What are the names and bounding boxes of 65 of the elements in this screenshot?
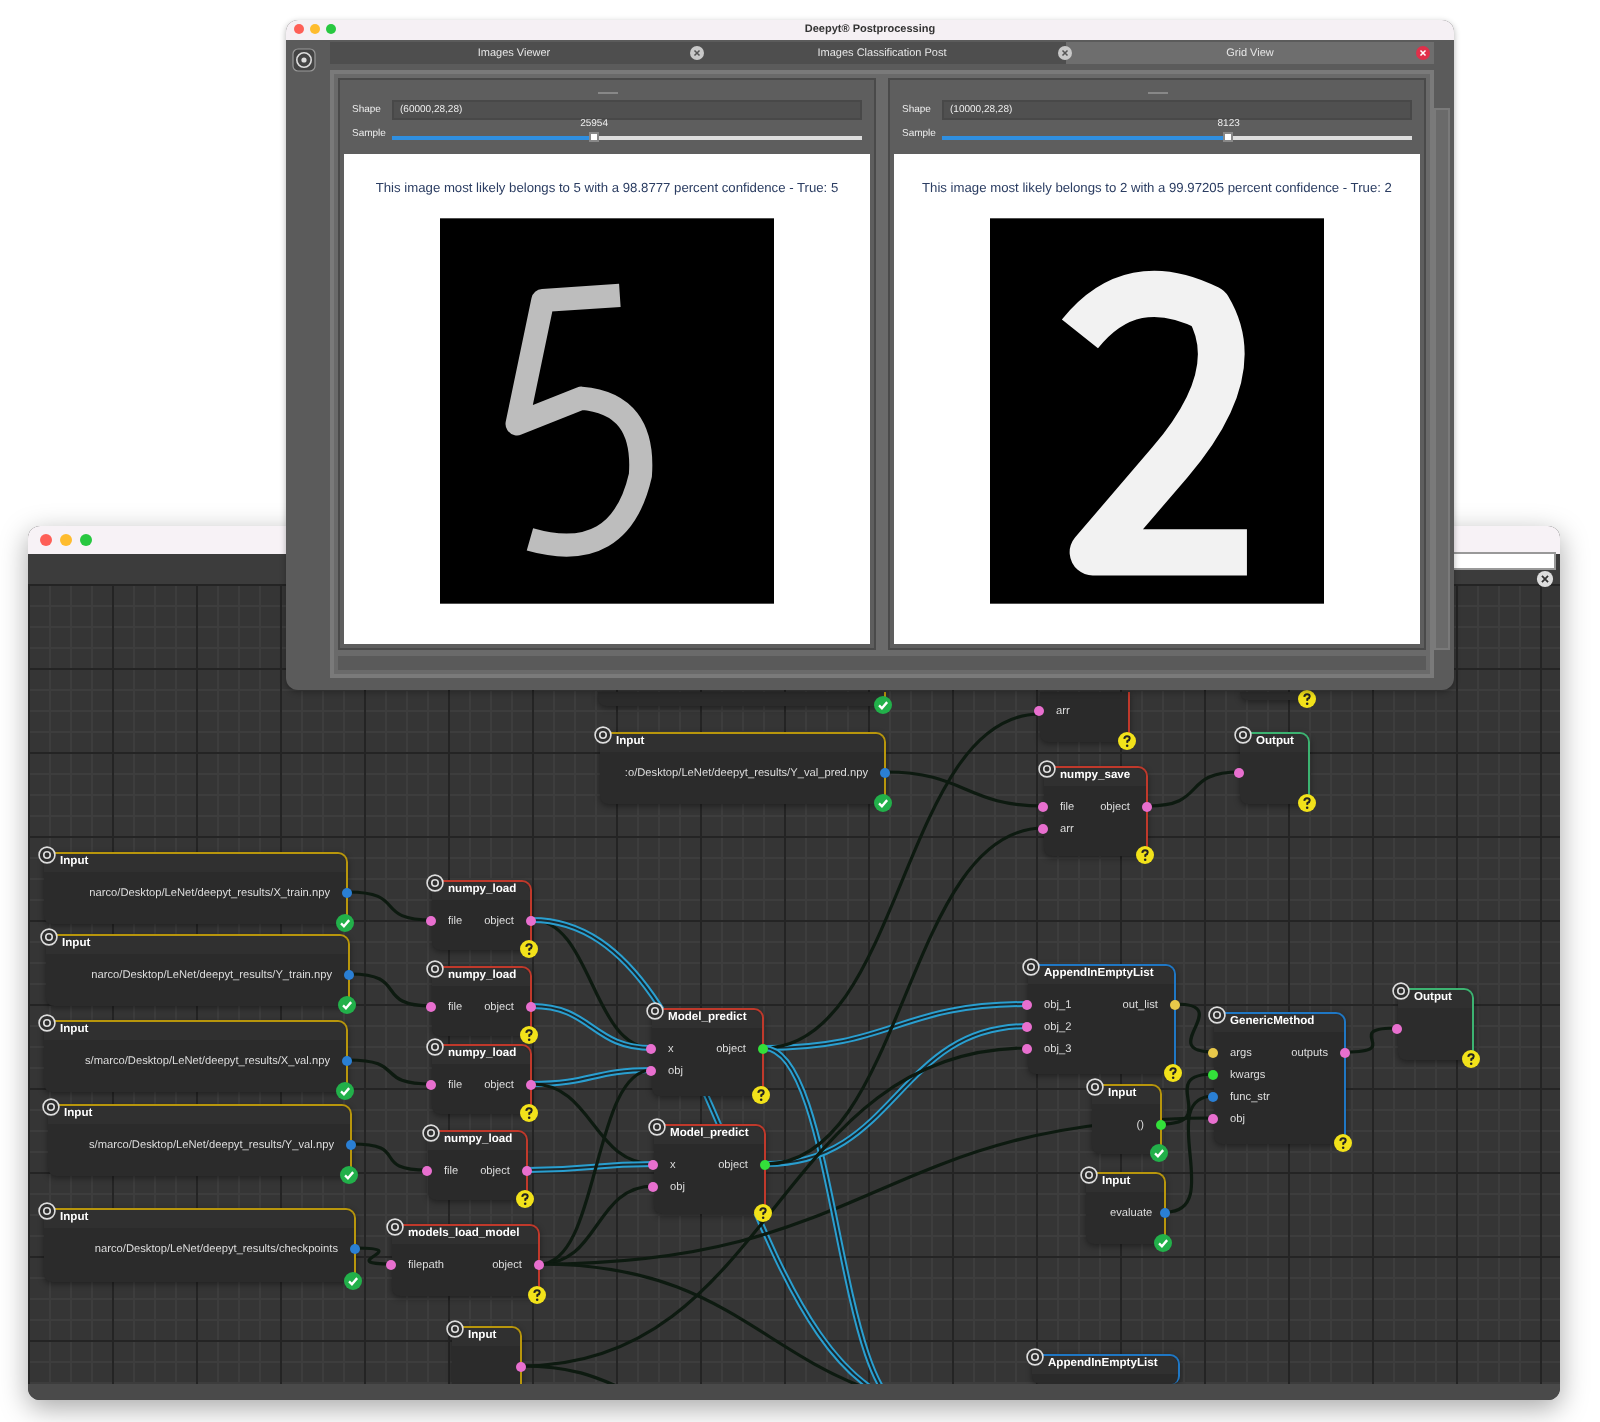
settings-icon[interactable]	[648, 1118, 666, 1136]
settings-icon[interactable]	[646, 1002, 664, 1020]
slider-thumb[interactable]	[1223, 132, 1234, 142]
settings-icon[interactable]	[426, 874, 444, 892]
settings-icon[interactable]	[1080, 1166, 1098, 1184]
input-port[interactable]	[1038, 802, 1048, 812]
settings-icon[interactable]	[1392, 982, 1410, 1000]
settings-icon[interactable]	[38, 1014, 56, 1032]
input-port[interactable]	[648, 1160, 658, 1170]
scroll-bar[interactable]	[1434, 108, 1450, 650]
close-window-button[interactable]	[40, 534, 52, 546]
input-port[interactable]	[1208, 1092, 1218, 1102]
settings-icon[interactable]	[426, 1038, 444, 1056]
input-port[interactable]	[422, 1166, 432, 1176]
app-logo-icon[interactable]	[292, 48, 316, 72]
settings-icon[interactable]	[40, 928, 58, 946]
output-port[interactable]	[526, 1080, 536, 1090]
settings-icon[interactable]	[38, 1202, 56, 1220]
settings-icon[interactable]	[426, 960, 444, 978]
input-port[interactable]	[386, 1260, 396, 1270]
input-port[interactable]	[1022, 1000, 1032, 1010]
settings-icon[interactable]	[1086, 1078, 1104, 1096]
input-port[interactable]	[426, 916, 436, 926]
slider-thumb[interactable]	[589, 132, 600, 142]
output-port[interactable]	[760, 1160, 770, 1170]
input-port[interactable]	[426, 1002, 436, 1012]
output-port[interactable]	[1142, 802, 1152, 812]
input-port[interactable]	[1038, 824, 1048, 834]
output-port[interactable]	[758, 1044, 768, 1054]
input-port[interactable]	[1208, 1070, 1218, 1080]
output-port[interactable]	[522, 1166, 532, 1176]
settings-icon[interactable]	[1022, 958, 1040, 976]
output-port[interactable]	[534, 1260, 544, 1270]
input-port[interactable]	[1208, 1048, 1218, 1058]
settings-icon[interactable]	[1208, 1006, 1226, 1024]
settings-icon[interactable]	[386, 1218, 404, 1236]
input-port[interactable]	[1208, 1114, 1218, 1124]
input-port[interactable]	[646, 1066, 656, 1076]
search-field[interactable]	[1448, 552, 1556, 570]
settings-icon[interactable]	[38, 846, 56, 864]
drag-handle[interactable]	[1147, 92, 1167, 94]
input-port[interactable]	[646, 1044, 656, 1054]
output-port[interactable]	[1340, 1048, 1350, 1058]
output-port[interactable]	[1170, 1000, 1180, 1010]
output-port[interactable]	[516, 1362, 526, 1372]
settings-icon[interactable]	[1038, 760, 1056, 778]
drag-handle[interactable]	[597, 92, 617, 94]
output-port[interactable]	[1156, 1120, 1166, 1130]
settings-icon[interactable]	[1026, 1348, 1044, 1366]
input-port[interactable]	[648, 1182, 658, 1192]
input-port[interactable]	[426, 1080, 436, 1090]
input-port[interactable]	[1034, 706, 1044, 716]
input-port[interactable]	[1022, 1044, 1032, 1054]
close-window-button[interactable]	[294, 24, 304, 34]
input-port[interactable]	[1392, 1024, 1402, 1034]
input-port[interactable]	[1022, 1022, 1032, 1032]
output-port[interactable]	[526, 1002, 536, 1012]
settings-icon[interactable]	[446, 1320, 464, 1338]
settings-icon[interactable]	[1234, 726, 1252, 744]
input-port[interactable]	[1234, 768, 1244, 778]
close-icon[interactable]	[1536, 570, 1554, 588]
settings-icon[interactable]	[422, 1124, 440, 1142]
output-port[interactable]	[526, 916, 536, 926]
settings-icon[interactable]	[594, 726, 612, 744]
settings-icon[interactable]	[42, 1098, 60, 1116]
